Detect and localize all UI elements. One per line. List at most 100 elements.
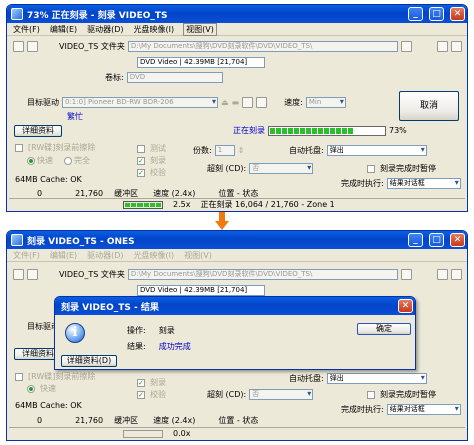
status-zero: 0 [37,416,43,425]
status-position: 正在刻录 16,064 / 21,760 - Zone 1 [200,200,335,209]
menu-bar: 文件(F) 编辑(E) 驱动器(D) 光盘映像(I) 视图(V) [7,249,467,262]
status-zero: 0 [37,189,43,198]
cancel-button[interactable]: 取消 [399,91,459,121]
close-button[interactable]: ✕ [450,7,465,21]
app-icon [11,8,23,20]
folder-path-field[interactable]: D:\My Documents\搜狗\DVD刻录软件\DVD\VIDEO_TS\ [127,269,398,280]
radio-fast[interactable]: 快速 [27,155,53,166]
dialog-details-button[interactable]: 详细资料(D) [61,355,117,367]
overburn-label: 超刻 (CD): [207,390,247,399]
dialog-close-button[interactable]: ✕ [398,299,413,313]
status-bar: 0.0x [9,427,465,439]
tool-icon-a[interactable] [437,269,448,280]
load-icon[interactable]: ▬ [232,98,240,107]
target-drive-label: 目标驱动 [27,98,59,107]
progress-segment [342,127,347,134]
disc-icon [27,41,38,52]
on-complete-select[interactable]: 结果对话框 [386,404,461,415]
progress-segment [288,127,293,134]
down-arrow-icon [215,212,229,230]
verify-checkbox[interactable]: 校验 [137,167,166,178]
eject-icon[interactable]: ⏏ [221,98,229,107]
menu-file[interactable]: 文件(F) [13,250,40,261]
minimize-button[interactable]: _ [408,7,423,21]
progress-segment [312,127,317,134]
progress-segment [336,127,341,134]
overburn-select[interactable]: 否 [249,163,314,174]
burn-window-progress: 73% 正在刻录 - 刻录 VIDEO_TS _ □ ✕ 文件(F) 编辑(E)… [6,4,468,212]
progress-segment [306,127,311,134]
progress-segment [324,127,329,134]
auto-tray-label: 自动托盘: [289,146,324,155]
folder-label: VIDEO_TS 文件夹 [59,270,125,279]
drive-settings-icon[interactable] [256,97,268,108]
erase-before-burn-checkbox[interactable]: [RW碟]刻录前擦除 [15,371,95,382]
overburn-label: 超刻 (CD): [207,164,247,173]
radio-fast[interactable]: 快速 [27,383,56,394]
progress-percent: 73% [389,126,407,135]
ok-button[interactable]: 确定 [357,323,411,335]
erase-before-burn-checkbox[interactable]: [RW碟]刻录前擦除 [15,142,95,153]
test-checkbox[interactable]: 测试 [137,143,166,154]
speed-select[interactable]: Min [305,97,346,108]
maximize-button[interactable]: □ [429,233,444,247]
folder-path-field[interactable]: D:\My Documents\搜狗\DVD刻录软件\DVD\VIDEO_TS\ [127,41,398,52]
progress-segment [348,127,353,134]
copies-spinner[interactable]: ⇕ [238,146,245,155]
volume-field[interactable]: DVD [126,72,223,83]
app-icon [11,234,23,246]
dialog-title: 刻录 VIDEO_TS - 结果 [61,302,159,313]
folder-icon [13,41,24,52]
progress-segment [276,127,281,134]
menu-image[interactable]: 光盘映像(I) [134,250,175,261]
browse-folder-icon[interactable] [400,269,412,280]
operation-value: 刻录 [158,326,175,335]
progress-segment [300,127,305,134]
status-speed: 2.5x [173,200,191,209]
tool-icon-b[interactable] [451,269,462,280]
auto-tray-select[interactable]: 弹出 [326,145,427,156]
info-icon: i [65,323,85,343]
radio-full[interactable]: 完全 [64,155,90,166]
folder-icon [13,269,24,280]
menu-bar: 文件(F) 编辑(E) 驱动器(D) 光盘映像(I) 视图(V) [7,22,467,36]
burn-progress-bar [268,125,386,136]
menu-image[interactable]: 光盘映像(I) [134,24,175,35]
menu-file[interactable]: 文件(F) [13,24,40,35]
burn-checkbox[interactable]: 刻录 [137,155,166,166]
menu-view[interactable]: 视图(V) [184,250,212,261]
verify-checkbox[interactable]: 校验 [137,389,166,400]
tool-icon-a[interactable] [437,41,448,52]
target-drive-select[interactable]: 0:1:0] Pioneer BD-RW BDR-206 [62,97,218,108]
menu-view[interactable]: 视图(V) [183,22,217,36]
buffer-label: 缓冲区 [114,416,139,425]
window-titlebar[interactable]: 73% 正在刻录 - 刻录 VIDEO_TS _ □ ✕ [7,5,467,23]
pause-on-complete-checkbox[interactable]: 刻录完成时暂停 [367,389,436,400]
auto-tray-select[interactable]: 弹出 [326,373,427,384]
speed-label: 速度: [284,98,303,107]
menu-edit[interactable]: 编辑(E) [50,24,77,35]
cache-status: 64MB Cache: OK [15,401,82,410]
close-button[interactable]: ✕ [450,233,465,247]
window-title: 刻录 VIDEO_TS - ONES [27,236,135,247]
menu-drive[interactable]: 驱动器(D) [87,250,123,261]
menu-edit[interactable]: 编辑(E) [50,250,77,261]
pause-on-complete-checkbox[interactable]: 刻录完成时暂停 [367,163,436,174]
maximize-button[interactable]: □ [429,7,444,21]
overburn-select[interactable]: 否 [249,389,314,400]
drive-info-icon[interactable] [242,97,254,108]
details-button[interactable]: 详细资料 [14,125,62,137]
tool-icon-b[interactable] [451,41,462,52]
copies-field[interactable]: 1 [214,145,235,156]
position-status: 位置 - 状态 [218,416,259,425]
progress-segment [294,127,299,134]
dialog-titlebar[interactable]: 刻录 VIDEO_TS - 结果 ✕ [55,297,415,315]
browse-folder-icon[interactable] [400,41,412,52]
window-titlebar[interactable]: 刻录 VIDEO_TS - ONES _ □ ✕ [7,231,467,249]
progress-segment [270,127,275,134]
window-title: 73% 正在刻录 - 刻录 VIDEO_TS [27,10,168,21]
minimize-button[interactable]: _ [408,233,423,247]
menu-drive[interactable]: 驱动器(D) [87,24,123,35]
burn-checkbox[interactable]: 刻录 [137,377,166,388]
on-complete-select[interactable]: 结果对话框 [386,178,461,189]
